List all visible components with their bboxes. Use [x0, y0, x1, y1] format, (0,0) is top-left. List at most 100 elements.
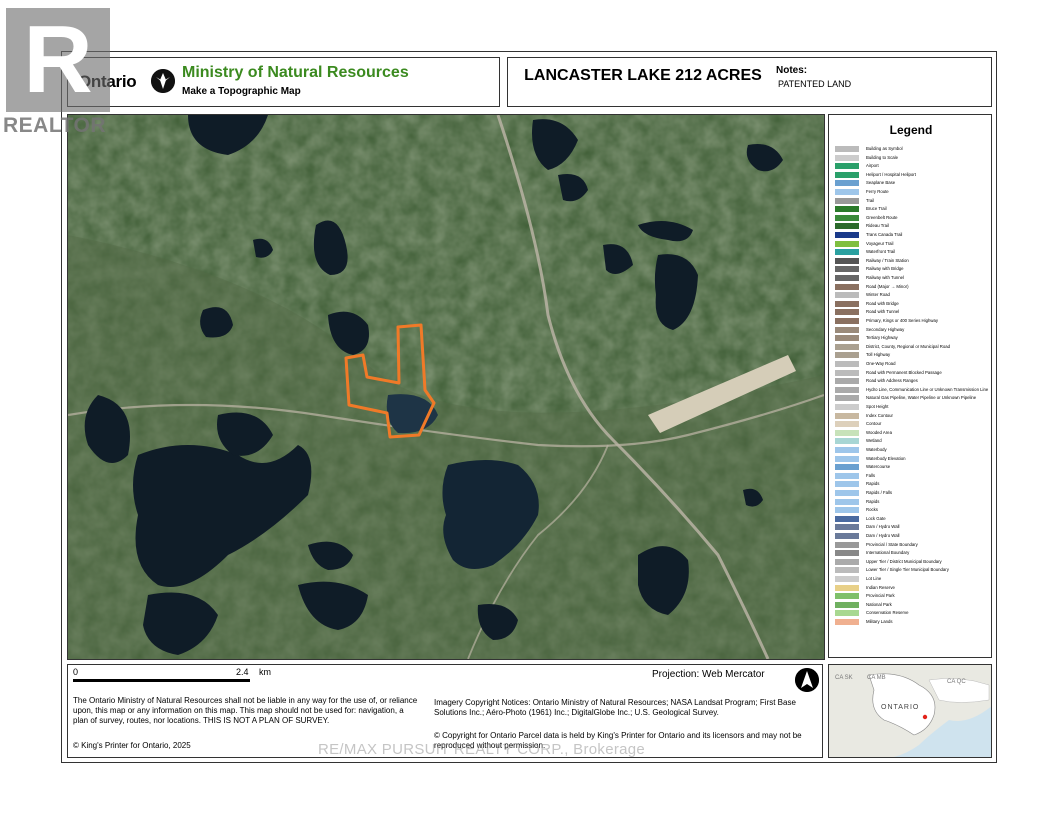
legend-swatch	[835, 369, 859, 376]
legend-swatch	[835, 240, 859, 247]
legend-label: Rideau Trail	[866, 223, 889, 229]
legend-swatch	[835, 524, 859, 531]
legend-label: Rapids	[866, 481, 880, 487]
realtor-logo: R	[6, 8, 110, 112]
copyright-text: © King's Printer for Ontario, 2025	[73, 741, 191, 750]
satellite-map[interactable]	[67, 114, 825, 660]
legend-swatch	[835, 232, 859, 238]
legend-swatch	[835, 558, 859, 565]
disclaimer-text: The Ontario Ministry of Natural Resource…	[73, 696, 418, 725]
legend-swatch	[835, 498, 859, 505]
legend-label: Spot Height	[866, 404, 889, 409]
legend-swatch	[835, 541, 859, 548]
scale-bar	[73, 679, 250, 682]
legend-label: Secondary Highway	[866, 326, 905, 332]
legend-swatch	[835, 180, 859, 187]
legend-label: Railway / Train Station	[866, 257, 909, 263]
legend-label: Voyageur Trail	[866, 240, 894, 246]
trillium-logo-icon	[151, 69, 175, 93]
brokerage-watermark: RE/MAX PURSUIT REALTY CORP., Brokerage	[318, 741, 646, 758]
realtor-logo-letter: R	[23, 6, 93, 113]
legend-swatch	[835, 593, 859, 600]
satellite-imagery	[68, 115, 824, 659]
legend-swatch	[835, 318, 859, 324]
notes-value: PATENTED LAND	[778, 79, 852, 89]
legend-label: Heliport / Hospital Heliport	[866, 171, 916, 177]
legend-label: Lower Tier / Single Tier Municipal Bound…	[866, 567, 949, 573]
legend-swatch	[835, 292, 859, 299]
legend-label: Road with Bridge	[866, 300, 899, 306]
map-title: LANCASTER LAKE 212 ACRES	[524, 67, 762, 84]
legend-swatch	[835, 197, 859, 204]
legend-label: Dam / Hydro Wall	[866, 533, 900, 538]
legend-label: Greenbelt Route	[866, 214, 898, 220]
legend-swatch	[835, 352, 859, 359]
legend-swatch	[835, 223, 859, 230]
legend-label: Lock Gate	[866, 515, 886, 521]
legend-swatch	[835, 300, 859, 307]
ministry-name: Ministry of Natural Resources	[182, 64, 409, 81]
legend-swatch	[835, 429, 859, 436]
inset-map-graphic: CA SK CA MB CA QC ONTARIO	[829, 665, 991, 757]
legend-label: Tertiary Highway	[866, 335, 898, 341]
legend-swatch	[835, 395, 859, 402]
legend-label: Primary, Kings or 400 Series Highway	[866, 318, 939, 323]
legend-swatch	[835, 438, 859, 445]
legend-swatch	[835, 249, 859, 256]
legend-label: Railway with Bridge	[866, 266, 904, 272]
legend-swatch	[835, 576, 859, 582]
legend-label: Railway with Tunnel	[866, 275, 904, 280]
legend-label: Building to Scale	[866, 154, 899, 160]
legend-label: Contour	[866, 421, 882, 427]
legend-label: Road with Tunnel	[866, 309, 900, 315]
legend-label: Lot Line	[866, 576, 882, 581]
legend-swatch	[835, 326, 859, 333]
ministry-header: Ontario Ministry of Natural Resources Ma…	[67, 57, 500, 107]
legend-label: Winter Road	[866, 292, 890, 298]
legend-swatch	[835, 283, 859, 290]
legend-label: One-Way Road	[866, 361, 896, 366]
legend-swatch	[835, 507, 859, 514]
legend-label: Hydro Line, Communication Line or Unknow…	[866, 386, 989, 392]
legend-swatch	[835, 386, 859, 393]
legend-swatch	[835, 154, 859, 161]
locator-inset-map: CA SK CA MB CA QC ONTARIO	[828, 664, 992, 758]
legend-swatch	[835, 610, 859, 617]
notes-label: Notes:	[776, 65, 808, 76]
legend-label: Building as Symbol	[866, 146, 903, 151]
map-subtitle: Make a Topographic Map	[182, 86, 301, 97]
legend-swatch	[835, 171, 859, 178]
legend-label: National Park	[866, 601, 892, 607]
legend-label: Toll Highway	[866, 352, 891, 358]
legend-label: Wooded Area	[866, 429, 892, 435]
legend-swatch	[835, 584, 859, 591]
title-box: LANCASTER LAKE 212 ACRES Notes: PATENTED…	[507, 57, 992, 107]
legend-label: Falls	[866, 472, 876, 478]
legend-swatch	[835, 550, 859, 557]
legend-swatch	[835, 619, 859, 625]
legend-label: Waterbody Elevation	[866, 455, 906, 461]
legend-label: Trail	[866, 197, 875, 203]
map-sheet: Ontario Ministry of Natural Resources Ma…	[61, 51, 997, 763]
legend-swatch	[835, 189, 859, 195]
legend-swatch	[835, 481, 859, 488]
legend-label: Upper Tier / District Municipal Boundary	[866, 558, 942, 564]
legend-label: Road with Address Ranges	[866, 378, 918, 384]
legend-swatch	[835, 464, 859, 471]
legend-swatch	[835, 412, 859, 419]
legend-label: Rapids	[866, 498, 880, 504]
legend-swatch	[835, 309, 859, 316]
legend-swatch	[835, 472, 859, 479]
legend-swatch	[835, 257, 859, 264]
legend-panel: Legend Building as Symbol Building to Sca…	[828, 114, 992, 658]
legend-label: Indian Reserve	[866, 584, 895, 590]
scale-zero: 0	[73, 667, 79, 677]
legend-label: Trans Canada Trail	[866, 232, 903, 237]
realtor-wordmark: REALTOR	[3, 114, 107, 137]
legend-label: Seaplane Base	[866, 180, 896, 186]
legend-swatch	[835, 447, 859, 453]
inset-label-qc: CA QC	[947, 679, 966, 685]
legend-label: Natural Gas Pipeline, Water Pipeline or …	[866, 395, 977, 401]
legend-label: Rocks	[866, 507, 878, 513]
legend-label: Index Contour	[866, 412, 893, 418]
